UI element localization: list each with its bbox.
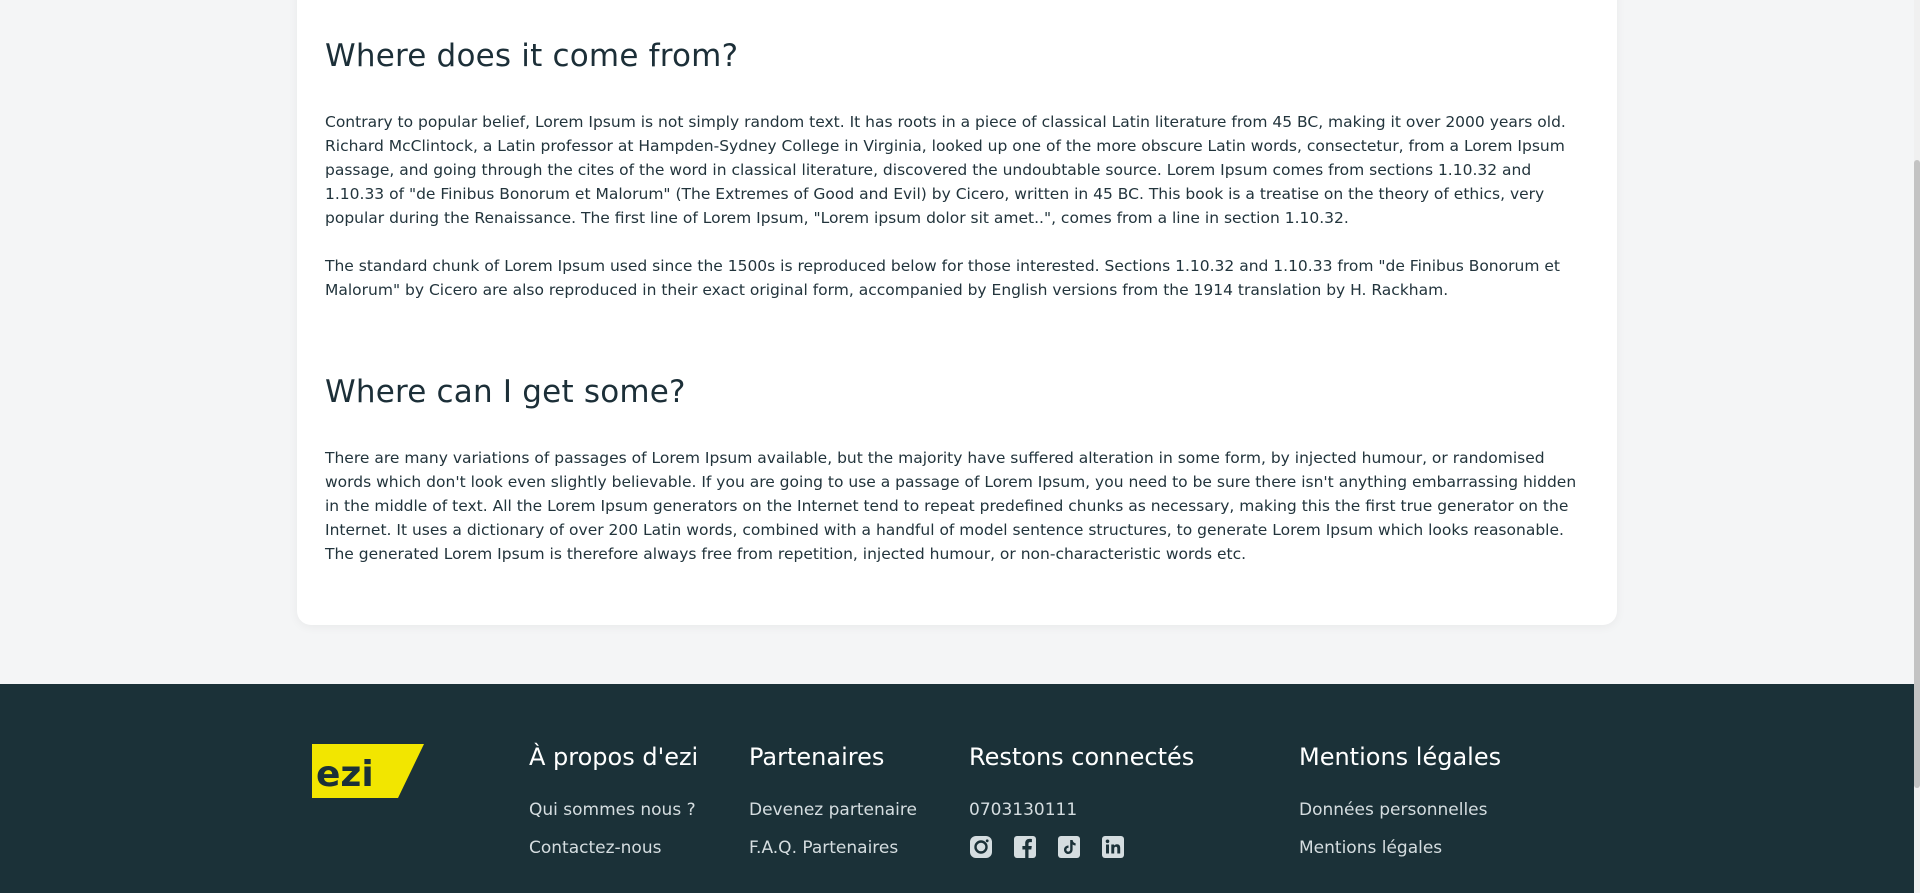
- footer-heading-partners: Partenaires: [749, 743, 885, 771]
- link-legal-notice[interactable]: Mentions légales: [1299, 839, 1501, 858]
- linkedin-icon[interactable]: [1101, 835, 1125, 859]
- phone-link[interactable]: 0703130111: [969, 801, 1194, 820]
- ezi-logo[interactable]: ezi: [312, 744, 424, 798]
- instagram-icon[interactable]: [969, 835, 993, 859]
- link-contact[interactable]: Contactez-nous: [529, 839, 698, 858]
- footer-heading-legal: Mentions légales: [1299, 743, 1502, 771]
- social-icons: [969, 835, 1194, 859]
- footer-heading-connect: Restons connectés: [969, 743, 1195, 771]
- link-personal-data[interactable]: Données personnelles: [1299, 801, 1501, 820]
- article-card: Where does it come from? Contrary to pop…: [297, 0, 1617, 625]
- paragraph: The standard chunk of Lorem Ipsum used s…: [325, 257, 1560, 300]
- site-footer: ezi À propos d'ezi Qui sommes nous ? Con…: [0, 684, 1914, 893]
- footer-heading-about: À propos d'ezi: [529, 743, 699, 771]
- section-title: Where can I get some?: [325, 374, 686, 411]
- link-become-partner[interactable]: Devenez partenaire: [749, 801, 917, 820]
- logo-text: ezi: [316, 754, 374, 795]
- section-title: Where does it come from?: [325, 38, 739, 74]
- footer-col-connect: Restons connectés 0703130111: [969, 743, 1194, 859]
- link-about-us[interactable]: Qui sommes nous ?: [529, 801, 698, 820]
- page-scrollbar[interactable]: [1914, 0, 1920, 893]
- paragraph: There are many variations of passages of…: [325, 449, 1577, 564]
- footer-col-about: À propos d'ezi Qui sommes nous ? Contact…: [529, 743, 698, 858]
- paragraph: Contrary to popular belief, Lorem Ipsum …: [325, 113, 1566, 228]
- footer-col-partners: Partenaires Devenez partenaire F.A.Q. Pa…: [749, 743, 917, 858]
- facebook-icon[interactable]: [1013, 835, 1037, 859]
- link-partner-faq[interactable]: F.A.Q. Partenaires: [749, 839, 917, 858]
- tiktok-icon[interactable]: [1057, 835, 1081, 859]
- footer-col-legal: Mentions légales Données personnelles Me…: [1299, 743, 1501, 858]
- scrollbar-thumb[interactable]: [1914, 160, 1920, 788]
